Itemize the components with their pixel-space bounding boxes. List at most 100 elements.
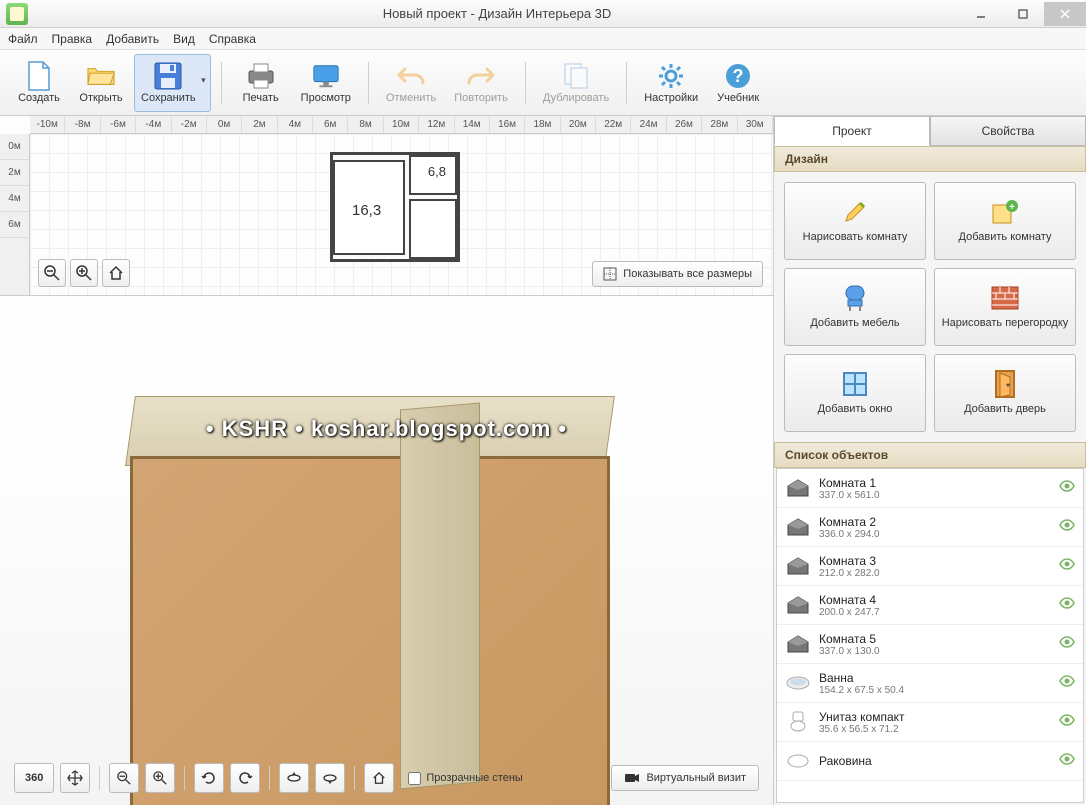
visibility-toggle-icon[interactable] <box>1059 597 1075 613</box>
maximize-button[interactable] <box>1002 2 1044 26</box>
save-button[interactable]: Сохранить <box>134 54 211 112</box>
window-title: Новый проект - Дизайн Интерьера 3D <box>34 6 960 21</box>
view3d-toolbar: 360 Прозрачные стены Ви <box>14 761 759 795</box>
minimize-button[interactable] <box>960 2 1002 26</box>
view-3d[interactable]: • KSHR • koshar.blogspot.com • 360 Прозр… <box>0 296 773 805</box>
home-3d-button[interactable] <box>364 763 394 793</box>
ruler-vertical: 0м2м4м6м <box>0 134 30 295</box>
object-list-item[interactable]: Комната 4200.0 x 247.7 <box>777 586 1083 625</box>
create-button[interactable]: Создать <box>10 54 68 112</box>
add-room-icon: + <box>990 197 1020 227</box>
rotate-left-button[interactable] <box>194 763 224 793</box>
object-type-icon <box>785 475 811 501</box>
close-button[interactable] <box>1044 2 1086 26</box>
gear-icon <box>657 62 685 90</box>
new-file-icon <box>25 62 53 90</box>
floorplan[interactable]: 16,3 6,8 <box>330 152 460 262</box>
object-list-item[interactable]: Раковина <box>777 742 1083 781</box>
undo-button[interactable]: Отменить <box>379 54 443 112</box>
view360-button[interactable]: 360 <box>14 763 54 793</box>
camera-icon <box>624 772 640 784</box>
object-list-item[interactable]: Комната 1337.0 x 561.0 <box>777 469 1083 508</box>
zoom-out-button[interactable] <box>38 259 66 287</box>
wall-3d <box>400 403 480 790</box>
virtual-visit-button[interactable]: Виртуальный визит <box>611 765 759 791</box>
view-2d[interactable]: -10м-8м-6м-4м-2м0м2м4м6м8м10м12м14м16м18… <box>0 116 773 296</box>
object-type-icon <box>785 631 811 657</box>
tab-properties[interactable]: Свойства <box>930 116 1086 146</box>
toolbar-separator <box>221 62 222 104</box>
redo-button[interactable]: Повторить <box>447 54 515 112</box>
chair-icon <box>840 283 870 313</box>
tilt-down-button[interactable] <box>315 763 345 793</box>
printer-icon <box>247 62 275 90</box>
menu-view[interactable]: Вид <box>173 32 195 46</box>
visibility-toggle-icon[interactable] <box>1059 558 1075 574</box>
menu-help[interactable]: Справка <box>209 32 256 46</box>
object-type-icon <box>785 553 811 579</box>
visibility-toggle-icon[interactable] <box>1059 714 1075 730</box>
print-button[interactable]: Печать <box>232 54 290 112</box>
visibility-toggle-icon[interactable] <box>1059 480 1075 496</box>
save-icon <box>154 62 182 90</box>
zoom-out-3d-button[interactable] <box>109 763 139 793</box>
draw-wall-button[interactable]: Нарисовать перегородку <box>934 268 1076 346</box>
toolbar-separator <box>368 62 369 104</box>
door-icon <box>990 369 1020 399</box>
menubar: Файл Правка Добавить Вид Справка <box>0 28 1086 50</box>
object-type-icon <box>785 709 811 735</box>
room-area-label: 16,3 <box>352 202 381 219</box>
object-list-item[interactable]: Комната 3212.0 x 282.0 <box>777 547 1083 586</box>
add-furniture-button[interactable]: Добавить мебель <box>784 268 926 346</box>
rotate-right-button[interactable] <box>230 763 260 793</box>
menu-file[interactable]: Файл <box>8 32 38 46</box>
visibility-toggle-icon[interactable] <box>1059 519 1075 535</box>
zoom-in-button[interactable] <box>70 259 98 287</box>
open-button[interactable]: Открыть <box>72 54 130 112</box>
transparent-walls-checkbox[interactable]: Прозрачные стены <box>408 772 522 785</box>
visibility-toggle-icon[interactable] <box>1059 636 1075 652</box>
add-room-button[interactable]: + Добавить комнату <box>934 182 1076 260</box>
menu-add[interactable]: Добавить <box>106 32 159 46</box>
object-type-icon <box>785 592 811 618</box>
object-type-icon <box>785 514 811 540</box>
add-door-button[interactable]: Добавить дверь <box>934 354 1076 432</box>
draw-room-button[interactable]: Нарисовать комнату <box>784 182 926 260</box>
visibility-toggle-icon[interactable] <box>1059 675 1075 691</box>
tutorial-button[interactable]: ? Учебник <box>709 54 767 112</box>
toolbar: Создать Открыть Сохранить Печать Просмот… <box>0 50 1086 116</box>
dimensions-icon <box>603 267 617 281</box>
object-list-item[interactable]: Унитаз компакт35.6 x 56.5 x 71.2 <box>777 703 1083 742</box>
right-panel: Проект Свойства Дизайн Нарисовать комнат… <box>774 116 1086 805</box>
zoom-in-3d-button[interactable] <box>145 763 175 793</box>
svg-text:?: ? <box>733 66 744 86</box>
tilt-up-button[interactable] <box>279 763 309 793</box>
tab-project[interactable]: Проект <box>774 116 930 146</box>
preview-button[interactable]: Просмотр <box>294 54 358 112</box>
object-list-item[interactable]: Ванна154.2 x 67.5 x 50.4 <box>777 664 1083 703</box>
object-list-item[interactable]: Комната 2336.0 x 294.0 <box>777 508 1083 547</box>
titlebar: Новый проект - Дизайн Интерьера 3D <box>0 0 1086 28</box>
object-list[interactable]: Комната 1337.0 x 561.0 Комната 2336.0 x … <box>776 468 1084 803</box>
redo-icon <box>467 62 495 90</box>
help-icon: ? <box>724 62 752 90</box>
window-icon <box>840 369 870 399</box>
settings-button[interactable]: Настройки <box>637 54 705 112</box>
room-area-label: 6,8 <box>428 164 446 179</box>
watermark: • KSHR • koshar.blogspot.com • <box>0 416 773 442</box>
object-list-item[interactable]: Комната 5337.0 x 130.0 <box>777 625 1083 664</box>
pencil-icon <box>840 197 870 227</box>
menu-edit[interactable]: Правка <box>52 32 93 46</box>
home-button[interactable] <box>102 259 130 287</box>
show-dimensions-button[interactable]: Показывать все размеры <box>592 261 763 287</box>
folder-open-icon <box>87 62 115 90</box>
monitor-icon <box>312 62 340 90</box>
pan-button[interactable] <box>60 763 90 793</box>
app-icon <box>6 3 28 25</box>
add-window-button[interactable]: Добавить окно <box>784 354 926 432</box>
floor-3d <box>130 456 610 805</box>
toolbar-separator <box>525 62 526 104</box>
duplicate-button[interactable]: Дублировать <box>536 54 616 112</box>
toolbar-separator <box>626 62 627 104</box>
visibility-toggle-icon[interactable] <box>1059 753 1075 769</box>
